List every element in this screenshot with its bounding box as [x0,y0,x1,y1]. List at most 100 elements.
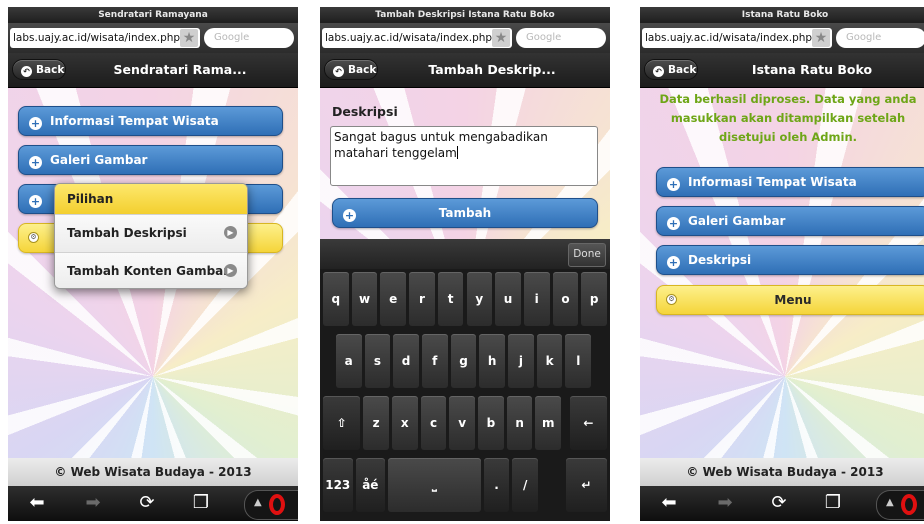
deskripsi-button[interactable]: + Deskripsi [656,245,924,275]
key-m[interactable]: m [535,396,562,450]
key-y[interactable]: y [466,272,493,326]
back-arrow-icon: ↶ [333,66,344,77]
key-w[interactable]: w [351,272,378,326]
tabs-icon[interactable]: ❐ [820,492,846,514]
url-field[interactable]: labs.uajy.ac.id/wisata/index.php ★ [10,28,200,48]
key-u[interactable]: u [495,272,521,326]
plus-icon: + [29,195,42,208]
key-o[interactable]: o [552,272,579,326]
button-label: Deskripsi [688,253,752,267]
back-button[interactable]: ↶ Back [12,59,66,80]
back-button[interactable]: ↶ Back [644,59,698,80]
soft-keyboard: Done q w e r t y u i o p a s d f g h j k l ⇧ z x c v b n m ← 123 åé ⎵.… [320,239,610,521]
key-k[interactable]: k [536,334,563,388]
key-h[interactable]: h [479,334,506,388]
key-r[interactable]: r [409,272,435,326]
textarea-value: Sangat bagus untuk mengabadikan matahari… [334,130,548,160]
plus-icon: + [667,256,680,269]
opera-logo-icon [269,494,285,515]
key-z[interactable]: z [363,396,389,450]
key-b[interactable]: b [478,396,504,450]
key-special[interactable]: ← [569,396,607,450]
key-special[interactable]: . [483,458,510,512]
search-field[interactable]: Google [836,28,924,48]
plus-icon: + [29,117,42,130]
key-j[interactable]: j [508,334,534,388]
menu-button[interactable]: ⚙ Menu [656,285,924,315]
deskripsi-textarea[interactable]: Sangat bagus untuk mengabadikan matahari… [330,126,598,186]
key-special[interactable]: / [512,458,539,512]
popup-item-tambah-deskripsi[interactable]: Tambah Deskripsi ▶ [55,214,247,252]
opera-logo-icon [901,494,917,515]
key-t[interactable]: t [437,272,464,326]
key-a[interactable]: a [335,334,362,388]
key-c[interactable]: c [420,396,447,450]
opera-menu-button[interactable]: ▲ [244,490,298,520]
bookmark-star-icon[interactable]: ★ [180,29,198,47]
key-f[interactable]: f [421,334,448,388]
key-v[interactable]: v [449,396,476,450]
forward-arrow-icon[interactable]: ➡ [712,492,738,514]
page-header: ↶ Back Sendratari Rama... [8,53,298,88]
galeri-gambar-button[interactable]: + Galeri Gambar [656,206,924,236]
reload-icon[interactable]: ⟳ [134,492,160,514]
tambah-button[interactable]: + Tambah [332,198,598,228]
key-special[interactable]: ⇧ [323,396,361,450]
key-e[interactable]: e [380,272,407,326]
key-n[interactable]: n [506,396,533,450]
search-field[interactable]: Google [204,28,294,48]
page-title: Istana Ratu Boko [751,62,873,77]
tabs-icon[interactable]: ❐ [188,492,214,514]
search-field[interactable]: Google [516,28,606,48]
back-arrow-icon[interactable]: ⬅ [656,492,682,514]
browser-toolbar: labs.uajy.ac.id/wisata/index.php ★ Googl… [640,23,924,53]
browser-nav-bar: ⬅ ➡ ⟳ ❐ ▲ [640,486,924,521]
key-x[interactable]: x [391,396,418,450]
page-title: Sendratari Rama... [113,62,247,77]
popup-title: Pilihan [55,184,247,214]
key-special[interactable]: ↵ [565,458,607,512]
key-special[interactable]: åé [355,458,386,512]
back-button[interactable]: ↶ Back [324,59,378,80]
popup-item-label: Tambah Konten Gambar [67,264,230,278]
bookmark-star-icon[interactable]: ★ [812,29,830,47]
url-field[interactable]: labs.uajy.ac.id/wisata/index.php ★ [322,28,512,48]
page-footer: © Web Wisata Budaya - 2013 [8,458,298,486]
chevron-right-icon: ▶ [224,264,237,277]
key-d[interactable]: d [393,334,419,388]
plus-icon: + [667,178,680,191]
forward-arrow-icon[interactable]: ➡ [80,492,106,514]
phone-screen-3: Istana Ratu Boko labs.uajy.ac.id/wisata/… [640,7,924,521]
plus-icon: + [29,156,42,169]
key-123[interactable]: 123 [323,458,353,512]
key-special[interactable]: ⎵ [388,458,481,512]
popup-item-tambah-konten-gambar[interactable]: Tambah Konten Gambar ▶ [55,252,247,288]
url-text: labs.uajy.ac.id/wisata/index.php [325,32,493,44]
button-label: Tambah [438,206,492,220]
informasi-tempat-wisata-button[interactable]: + Informasi Tempat Wisata [656,167,924,197]
button-label: Informasi Tempat Wisata [688,175,857,189]
button-label: Informasi Tempat Wisata [50,114,219,128]
popup-item-label: Tambah Deskripsi [67,226,187,240]
window-title: Sendratari Ramayana [8,7,298,23]
back-arrow-icon[interactable]: ⬅ [24,492,50,514]
key-q[interactable]: q [323,272,349,326]
key-p[interactable]: p [581,272,607,326]
browser-nav-bar: ⬅ ➡ ⟳ ❐ ▲ [8,486,298,521]
url-field[interactable]: labs.uajy.ac.id/wisata/index.php ★ [642,28,832,48]
reload-icon[interactable]: ⟳ [766,492,792,514]
opera-menu-button[interactable]: ▲ [876,490,924,520]
key-s[interactable]: s [364,334,391,388]
back-label: Back [348,64,377,76]
informasi-tempat-wisata-button[interactable]: + Informasi Tempat Wisata [18,106,283,136]
back-label: Back [668,64,697,76]
key-l[interactable]: l [565,334,592,388]
key-g[interactable]: g [450,334,477,388]
done-button[interactable]: Done [568,243,606,267]
browser-toolbar: labs.uajy.ac.id/wisata/index.php ★ Googl… [320,23,610,53]
bookmark-star-icon[interactable]: ★ [492,29,510,47]
keyboard-toolbar: Done [320,239,610,269]
galeri-gambar-button[interactable]: + Galeri Gambar [18,145,283,175]
key-i[interactable]: i [523,272,550,326]
deskripsi-label: Deskripsi [332,104,398,119]
